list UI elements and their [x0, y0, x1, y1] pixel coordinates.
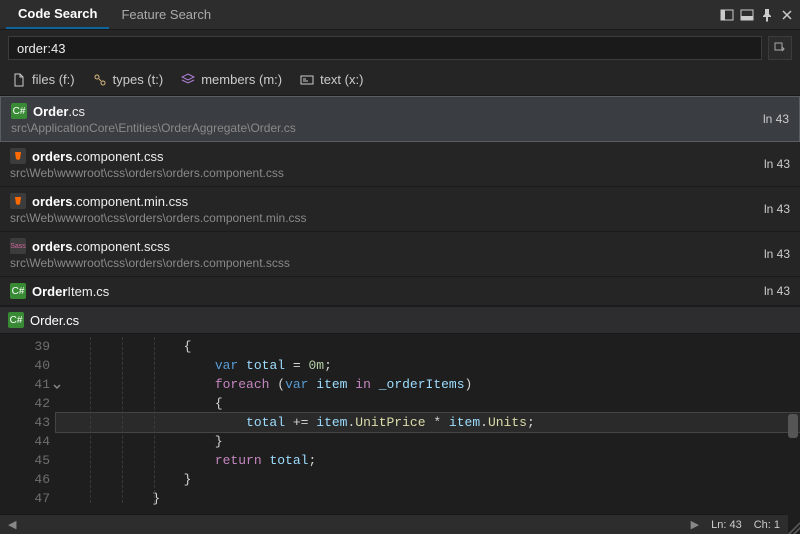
code-line: } — [56, 432, 800, 451]
code-lines: { var total = 0m; foreach (var item in _… — [56, 334, 800, 506]
tab-feature-search[interactable]: Feature Search — [109, 1, 223, 28]
result-item[interactable]: Sass orders.component.scss src\Web\wwwroot… — [0, 232, 800, 277]
line-number: 43 — [0, 413, 50, 432]
line-number: 39 — [0, 337, 50, 356]
nav-back-icon[interactable]: ◀ — [8, 518, 16, 531]
css-badge-icon — [10, 193, 26, 209]
result-path: src\Web\wwwroot\css\orders\orders.compon… — [10, 256, 754, 270]
result-item[interactable]: orders.component.css src\Web\wwwroot\css\… — [0, 142, 800, 187]
result-item[interactable]: orders.component.min.css src\Web\wwwroot\… — [0, 187, 800, 232]
search-row — [0, 30, 800, 66]
code-line: } — [56, 470, 800, 489]
code-line: return total; — [56, 451, 800, 470]
filter-members-label: members (m:) — [201, 72, 282, 87]
csharp-badge-icon: C# — [8, 312, 24, 328]
result-filename: OrderItem.cs — [32, 284, 109, 299]
line-number: 42 — [0, 394, 50, 413]
status-bar: ◀ ▶ Ln: 43 Ch: 1 — [0, 514, 788, 534]
result-item[interactable]: C# Order.cs src\ApplicationCore\Entities\O… — [0, 96, 800, 142]
filter-types[interactable]: types (t:) — [93, 72, 164, 87]
tab-code-search[interactable]: Code Search — [6, 0, 109, 29]
types-icon — [93, 73, 107, 87]
search-options-dropdown[interactable] — [768, 36, 792, 60]
result-filename: orders.component.min.css — [32, 194, 188, 209]
header-bar: Code Search Feature Search — [0, 0, 800, 30]
code-scrollbar-thumb[interactable] — [788, 414, 798, 438]
dock-left-icon[interactable] — [720, 8, 734, 22]
nav-forward-icon[interactable]: ▶ — [691, 518, 699, 531]
members-icon — [181, 73, 195, 87]
csharp-badge-icon: C# — [10, 283, 26, 299]
code-line: { — [56, 337, 800, 356]
line-number: 40 — [0, 356, 50, 375]
filter-files[interactable]: files (f:) — [12, 72, 75, 87]
line-gutter: 394041424344454647 — [0, 334, 56, 506]
css-badge-icon — [10, 148, 26, 164]
code-preview[interactable]: 394041424344454647 { var total = 0m; for… — [0, 334, 800, 506]
filter-text[interactable]: text (x:) — [300, 72, 363, 87]
filter-files-label: files (f:) — [32, 72, 75, 87]
scss-badge-icon: Sass — [10, 238, 26, 254]
resize-handle[interactable] — [788, 522, 800, 534]
line-number: 41 — [0, 375, 50, 394]
code-line: foreach (var item in _orderItems) — [56, 375, 800, 394]
result-filename: orders.component.scss — [32, 239, 170, 254]
result-line-number: ln 43 — [754, 202, 790, 216]
filter-bar: files (f:) types (t:) members (m:) text … — [0, 66, 800, 96]
search-input[interactable] — [8, 36, 762, 60]
result-line-number: ln 43 — [754, 247, 790, 261]
preview-filename: Order.cs — [30, 313, 79, 328]
result-filename: orders.component.css — [32, 149, 164, 164]
result-item[interactable]: C# OrderItem.cs ln 43 — [0, 277, 800, 306]
file-icon — [12, 73, 26, 87]
result-path: src\Web\wwwroot\css\orders\orders.compon… — [10, 211, 754, 225]
preview-header: C# Order.cs — [0, 306, 800, 334]
text-icon — [300, 73, 314, 87]
result-path: src\ApplicationCore\Entities\OrderAggreg… — [11, 121, 753, 135]
filter-text-label: text (x:) — [320, 72, 363, 87]
line-number: 47 — [0, 489, 50, 508]
filter-members[interactable]: members (m:) — [181, 72, 282, 87]
code-line: { — [56, 394, 800, 413]
filter-types-label: types (t:) — [113, 72, 164, 87]
result-line-number: ln 43 — [753, 112, 789, 126]
code-line: } — [56, 489, 800, 508]
code-line: total += item.UnitPrice * item.Units; — [56, 413, 800, 432]
dock-bottom-icon[interactable] — [740, 8, 754, 22]
line-number: 46 — [0, 470, 50, 489]
pin-icon[interactable] — [760, 8, 774, 22]
result-path: src\Web\wwwroot\css\orders\orders.compon… — [10, 166, 754, 180]
close-icon[interactable] — [780, 8, 794, 22]
status-col: Ch: 1 — [754, 519, 780, 531]
result-filename: Order.cs — [33, 104, 85, 119]
result-line-number: ln 43 — [754, 284, 790, 298]
status-line: Ln: 43 — [711, 519, 742, 531]
results-list: C# Order.cs src\ApplicationCore\Entities\O… — [0, 96, 800, 306]
line-number: 45 — [0, 451, 50, 470]
csharp-badge-icon: C# — [11, 103, 27, 119]
code-scrollbar-track[interactable] — [786, 334, 798, 506]
result-line-number: ln 43 — [754, 157, 790, 171]
line-number: 44 — [0, 432, 50, 451]
code-line: var total = 0m; — [56, 356, 800, 375]
